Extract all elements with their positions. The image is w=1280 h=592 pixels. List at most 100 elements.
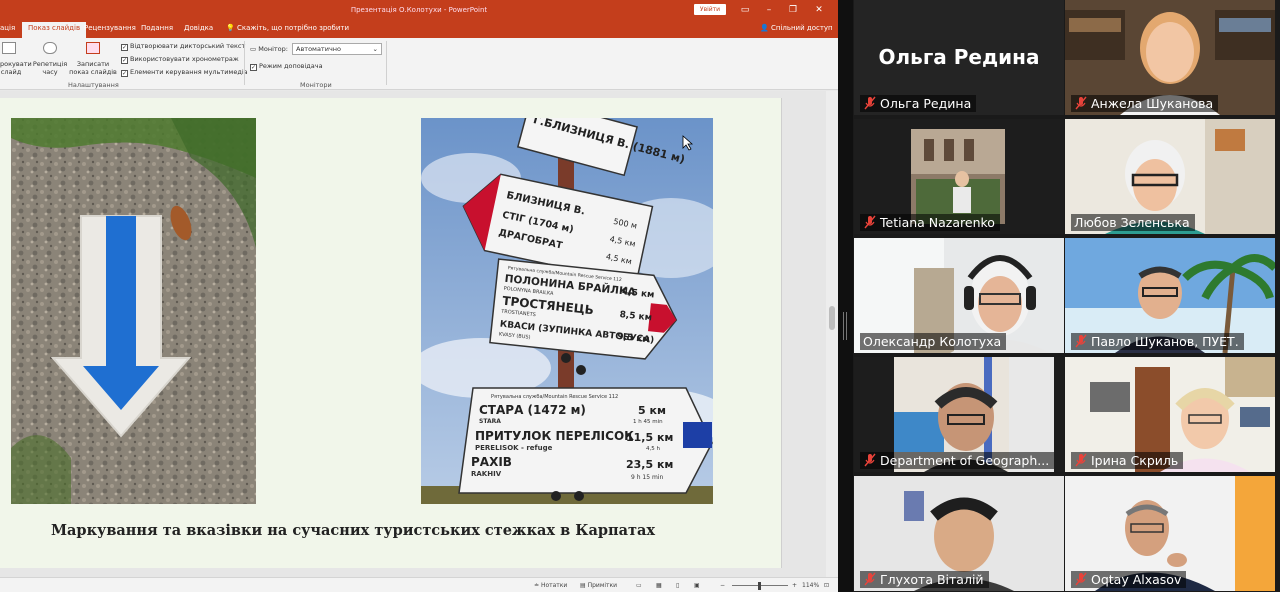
record-slide-icon — [2, 42, 16, 54]
tab-review[interactable]: Рецензування — [84, 24, 136, 32]
checkmark-icon: ✓ — [121, 70, 128, 77]
notes-icon: ≐ — [534, 582, 540, 589]
svg-text:СТАРА (1472 м): СТАРА (1472 м) — [479, 403, 586, 417]
chevron-down-icon: ⌄ — [372, 45, 378, 53]
panel-divider[interactable] — [838, 0, 853, 592]
lightbulb-icon: 💡 — [226, 24, 235, 32]
comments-button[interactable]: ▤ Примітки — [580, 582, 617, 589]
participant-name-tag: Любов Зеленська — [1071, 214, 1195, 231]
participant-tile[interactable]: Ірина Скриль — [1065, 357, 1275, 472]
tell-me-label: Скажіть, що потрібно зробити — [236, 24, 350, 32]
svg-text:RAKHIV: RAKHIV — [471, 470, 502, 478]
slide-canvas: Г.БЛИЗНИЦЯ В. (1881 м) БЛИЗНИЦЯ В. СТІГ … — [0, 91, 838, 577]
zoom-level[interactable]: 114% — [802, 582, 819, 589]
video-gallery: Ольга Редина Ольга Редина Анжела Шуканов… — [838, 0, 1280, 592]
presenter-view-checkbox[interactable]: ✓ Режим доповідача — [250, 62, 323, 71]
checkmark-icon: ✓ — [121, 44, 128, 51]
participant-tile[interactable]: Анжела Шуканова — [1065, 0, 1275, 115]
svg-text:11,5 км: 11,5 км — [626, 431, 673, 444]
play-narrations-checkbox[interactable]: ✓ Відтворювати дикторський текст — [121, 42, 245, 51]
use-timings-checkbox[interactable]: ✓ Використовувати хронометраж — [121, 55, 239, 64]
signpost-photo: Г.БЛИЗНИЦЯ В. (1881 м) БЛИЗНИЦЯ В. СТІГ … — [421, 118, 713, 504]
record-slide-show-button[interactable]: Записати показ слайдів — [68, 60, 118, 76]
participant-tile-active-speaker[interactable]: Олександр Колотуха — [854, 238, 1064, 353]
maximize-icon[interactable]: ❐ — [786, 3, 800, 17]
slide: Г.БЛИЗНИЦЯ В. (1881 м) БЛИЗНИЦЯ В. СТІГ … — [0, 98, 782, 568]
mic-muted-icon — [1075, 453, 1087, 467]
close-icon[interactable]: ✕ — [812, 3, 826, 17]
monitor-select[interactable]: Автоматично ⌄ — [292, 43, 382, 55]
monitor-select-value: Автоматично — [296, 45, 342, 53]
participant-tile[interactable]: Department of Geograph... — [854, 357, 1064, 472]
checkbox-label: Режим доповідача — [259, 62, 323, 70]
svg-text:ПРИТУЛОК ПЕРЕЛІСОК: ПРИТУЛОК ПЕРЕЛІСОК — [475, 429, 634, 443]
ribbon-separator — [386, 41, 387, 85]
status-bar: ≐ Нотатки ▤ Примітки ▭ ▦ ▯ ▣ − + 114% ⊡ — [0, 577, 838, 592]
participant-tile[interactable]: Глухота Віталій — [854, 476, 1064, 591]
participant-name-tag: Глухота Віталій — [860, 571, 989, 588]
share-button[interactable]: 👤 Спільний доступ — [760, 24, 833, 32]
participant-name-tag: Павло Шуканов, ПУЕТ. — [1071, 333, 1244, 350]
participant-tile[interactable]: Ольга Редина Ольга Редина — [854, 0, 1064, 115]
tell-me-search[interactable]: 💡 Скажіть, що потрібно зробити — [226, 24, 349, 32]
mic-muted-icon — [864, 453, 876, 467]
checkbox-label: Використовувати хронометраж — [130, 55, 239, 63]
svg-text:1 h 45 min: 1 h 45 min — [633, 419, 663, 425]
screen: Презентація О.Колотухи - PowerPoint Увій… — [0, 0, 1280, 592]
trail-marking-photo — [11, 118, 256, 504]
media-controls-checkbox[interactable]: ✓ Елементи керування мультимедіа — [121, 68, 248, 77]
tab-view[interactable]: Подання — [141, 24, 173, 32]
participant-display-name: Ольга Редина — [878, 45, 1040, 69]
participant-tile[interactable]: Любов Зеленська — [1065, 119, 1275, 234]
group-label-setup: Налаштування — [68, 81, 119, 89]
minimize-icon[interactable]: – — [762, 3, 776, 17]
person-icon: 👤 — [760, 24, 769, 32]
svg-text:9 h 15 min: 9 h 15 min — [631, 474, 663, 481]
mic-muted-icon — [864, 96, 876, 110]
svg-text:23,5 км: 23,5 км — [626, 458, 673, 471]
tab-slide-show[interactable]: Показ слайдів — [22, 22, 87, 38]
zoom-in-icon[interactable]: + — [792, 582, 797, 589]
reading-view-icon[interactable]: ▯ — [676, 582, 679, 589]
sign-in-button[interactable]: Увійти — [694, 4, 726, 15]
mic-muted-icon — [1075, 334, 1087, 348]
slideshow-view-icon[interactable]: ▣ — [694, 582, 700, 589]
monitor-label: ▭ Монітор: — [250, 45, 288, 53]
record-slide-button[interactable]: рокувати слайд — [0, 60, 32, 76]
participant-name-tag: Ольга Редина — [860, 95, 977, 112]
title-bar: Презентація О.Колотухи - PowerPoint Увій… — [0, 0, 838, 20]
divider-grip[interactable] — [843, 312, 847, 340]
svg-text:РАХІВ: РАХІВ — [471, 455, 512, 469]
scrollbar-thumb[interactable] — [829, 306, 835, 330]
svg-text:4,5 h: 4,5 h — [646, 446, 660, 452]
share-label: Спільний доступ — [770, 24, 833, 32]
svg-text:5 км: 5 км — [638, 404, 666, 417]
participant-name-tag: Ірина Скриль — [1071, 452, 1184, 469]
stopwatch-icon — [43, 42, 57, 54]
monitor-icon: ▭ — [250, 45, 257, 53]
ribbon-separator — [244, 41, 245, 85]
participant-tile[interactable]: Павло Шуканов, ПУЕТ. — [1065, 238, 1275, 353]
participant-tile[interactable]: Oqtay Alxasov — [1065, 476, 1275, 591]
svg-text:STARA: STARA — [479, 418, 501, 425]
mic-muted-icon — [1075, 572, 1087, 586]
tab-transitions[interactable]: ація — [0, 24, 15, 32]
participant-name-tag: Олександр Колотуха — [860, 333, 1007, 350]
group-label-monitors: Монітори — [300, 81, 332, 89]
ribbon-display-icon[interactable]: ▭ — [738, 3, 752, 17]
participant-tile[interactable]: Tetiana Nazarenko — [854, 119, 1064, 234]
normal-view-icon[interactable]: ▭ — [636, 582, 642, 589]
notes-button[interactable]: ≐ Нотатки — [534, 582, 567, 589]
mic-muted-icon — [864, 215, 876, 229]
participant-name-tag: Department of Geograph... — [860, 452, 1055, 469]
ribbon-tabs: ація Показ слайдів Рецензування Подання … — [0, 20, 838, 38]
zoom-out-icon[interactable]: − — [720, 582, 725, 589]
checkbox-label: Відтворювати дикторський текст — [130, 42, 246, 50]
tab-help[interactable]: Довідка — [184, 24, 213, 32]
participant-name-tag: Tetiana Nazarenko — [860, 214, 1000, 231]
vertical-scrollbar[interactable] — [826, 91, 838, 577]
zoom-slider-thumb[interactable] — [758, 582, 761, 590]
fit-slide-icon[interactable]: ⊡ — [824, 582, 829, 589]
slide-sorter-icon[interactable]: ▦ — [656, 582, 662, 589]
rehearse-timings-button[interactable]: Репетиція часу — [32, 60, 68, 76]
